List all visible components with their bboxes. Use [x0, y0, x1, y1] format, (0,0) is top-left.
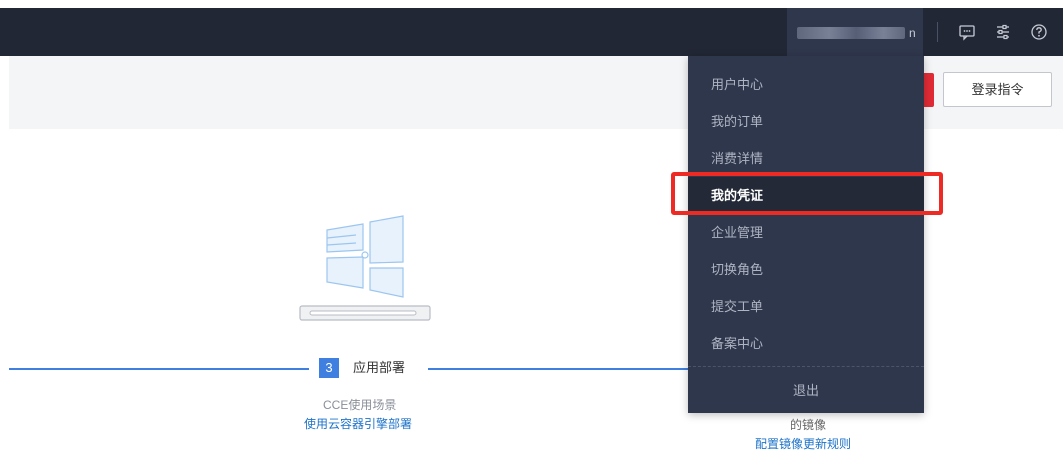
nav-divider	[937, 22, 938, 42]
menu-item-filing-center[interactable]: 备案中心	[688, 325, 924, 362]
step-connector-line-right	[428, 368, 690, 370]
menu-item-my-credentials[interactable]: 我的凭证	[688, 177, 924, 214]
step-title: 应用部署	[353, 360, 406, 375]
menu-item-switch-role[interactable]: 切换角色	[688, 251, 924, 288]
account-dropdown-menu: 用户中心 我的订单 消费详情 我的凭证 企业管理 切换角色 提交工单 备案中心 …	[688, 56, 924, 413]
menu-item-user-center[interactable]: 用户中心	[688, 66, 924, 103]
settings-sliders-icon[interactable]	[991, 20, 1015, 44]
scenario-title: CCE使用场景	[323, 398, 397, 412]
step-number-badge: 3	[319, 358, 339, 378]
account-name-blurred	[797, 26, 905, 39]
menu-item-logout[interactable]: 退出	[688, 372, 924, 409]
login-command-button[interactable]: 登录指令	[943, 72, 1052, 107]
account-name-suffix: n	[909, 25, 916, 40]
menu-divider	[688, 366, 924, 367]
step-connector-line-left	[9, 368, 309, 370]
menu-item-submit-ticket[interactable]: 提交工单	[688, 288, 924, 325]
menu-item-enterprise-management[interactable]: 企业管理	[688, 214, 924, 251]
account-menu-trigger[interactable]: n	[787, 8, 923, 56]
message-icon[interactable]	[955, 20, 979, 44]
configure-image-update-rules-link[interactable]: 配置镜像更新规则	[755, 436, 851, 452]
help-icon[interactable]	[1027, 20, 1051, 44]
deploy-illustration	[296, 210, 436, 331]
mirror-description: 的镜像	[790, 418, 827, 432]
top-navigation-bar: n	[0, 8, 1063, 56]
menu-item-spending-details[interactable]: 消费详情	[688, 140, 924, 177]
deploy-with-cce-link[interactable]: 使用云容器引擎部署	[304, 416, 412, 432]
menu-item-my-orders[interactable]: 我的订单	[688, 103, 924, 140]
